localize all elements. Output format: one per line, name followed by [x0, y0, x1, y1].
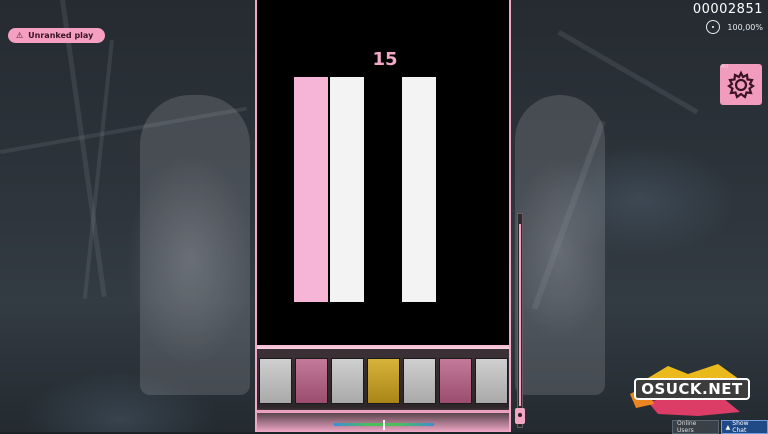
unranked-play-label: Unranked play — [28, 31, 94, 40]
accuracy-display: 100,00% — [727, 22, 763, 32]
accuracy-pie-icon — [706, 20, 721, 34]
combo-counter: 15 — [372, 49, 398, 70]
column-key — [439, 358, 472, 404]
accuracy-row: 100,00% — [706, 20, 763, 34]
watermark-text: OSUCK.NET — [634, 378, 750, 400]
score-display: 00002851 — [692, 2, 763, 17]
mod-acronym: AU — [721, 64, 729, 70]
health-bar-marker — [515, 408, 525, 424]
background-figure-right — [515, 95, 605, 395]
health-bar-fill — [519, 224, 521, 406]
warning-icon: ⚠ — [16, 30, 24, 40]
hold-note — [402, 77, 436, 302]
hit-error-marker — [383, 420, 385, 430]
column-key — [403, 358, 436, 404]
column-key — [259, 358, 292, 404]
chevron-up-icon: ▲ — [725, 423, 731, 431]
hold-note — [294, 77, 328, 302]
column-key — [367, 358, 400, 404]
column-key — [331, 358, 364, 404]
column-key — [295, 358, 328, 404]
autoplay-mod-icon — [720, 64, 762, 105]
gear-icon — [727, 70, 755, 99]
unranked-play-badge: ⚠ Unranked play — [8, 28, 106, 43]
judgement-line — [257, 345, 509, 349]
background-figure-left — [140, 95, 250, 395]
chat-bar: Online Users ▲ Show Chat — [672, 420, 768, 434]
stage-divider — [257, 410, 509, 413]
hold-note — [330, 77, 364, 302]
column-key — [475, 358, 508, 404]
